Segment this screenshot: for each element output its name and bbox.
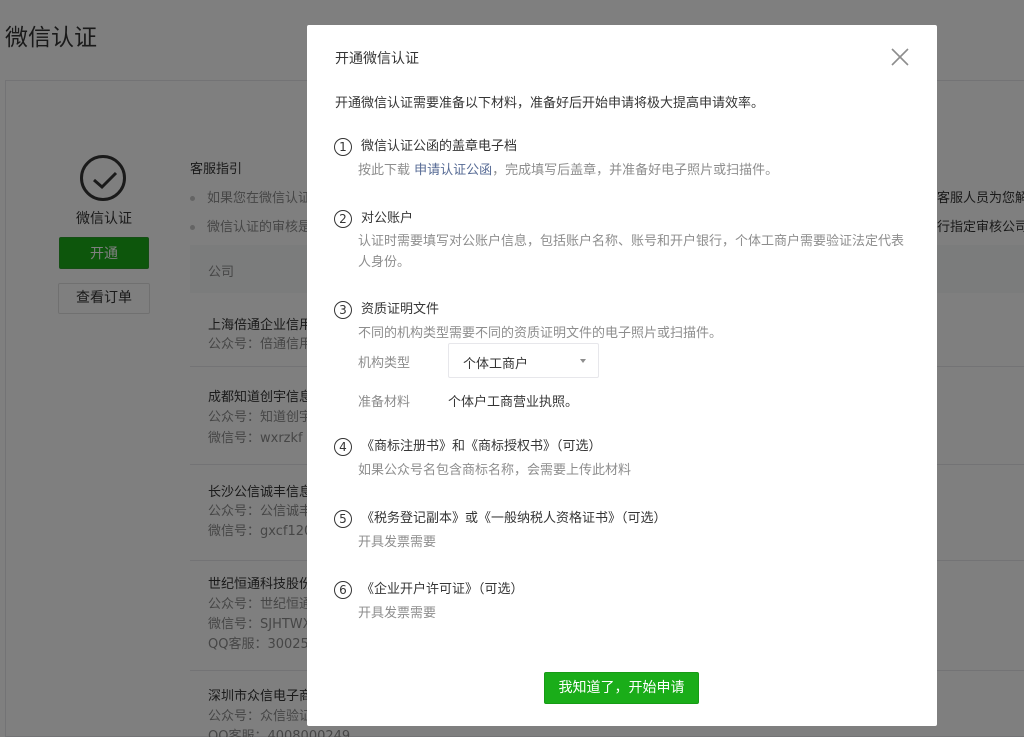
step-title: 资质证明文件 (361, 302, 440, 317)
start-apply-button[interactable]: 我知道了，开始申请 (544, 672, 699, 704)
caret-down-icon (580, 359, 586, 363)
step-title: 微信认证公函的盖章电子档 (361, 139, 518, 154)
close-icon[interactable] (891, 48, 909, 66)
step-number-icon: 5 (334, 510, 352, 528)
download-letter-link[interactable]: 申请认证公函 (414, 163, 492, 178)
step-desc: 开具发票需要 (358, 535, 437, 550)
org-type-select[interactable]: 个体工商户 (448, 343, 599, 378)
step-desc-text: ，完成填写后盖章，并准备好电子照片或扫描件。 (492, 163, 779, 178)
step-title: 《商标注册书》和《商标授权书》（可选） (361, 439, 602, 454)
step-title: 《税务登记副本》或《一般纳税人资格证书》（可选） (361, 511, 667, 526)
step-number-icon: 4 (334, 438, 352, 456)
step-desc: 开具发票需要 (358, 606, 437, 621)
step-desc-text: 按此下载 (358, 163, 415, 178)
step-desc: 不同的机构类型需要不同的资质证明文件的电子照片或扫描件。 (358, 326, 723, 341)
material-label: 准备材料 (358, 395, 411, 410)
step-title: 《企业开户许可证》（可选） (361, 582, 524, 597)
step-desc: 如果公众号名包含商标名称，会需要上传此材料 (358, 463, 632, 478)
step-desc: 按此下载 申请认证公函，完成填写后盖章，并准备好电子照片或扫描件。 (358, 160, 778, 181)
step-title: 对公账户 (361, 211, 414, 226)
material-value: 个体户工商营业执照。 (448, 395, 579, 410)
dialog-intro: 开通微信认证需要准备以下材料，准备好后开始申请将极大提高申请效率。 (335, 96, 765, 111)
step-number-icon: 1 (334, 138, 352, 156)
dialog-title: 开通微信认证 (335, 51, 419, 67)
org-type-label: 机构类型 (358, 356, 411, 371)
auth-dialog: 开通微信认证 开通微信认证需要准备以下材料，准备好后开始申请将极大提高申请效率。… (307, 25, 937, 726)
step-number-icon: 3 (334, 301, 352, 319)
step-number-icon: 2 (334, 210, 352, 228)
org-type-value: 个体工商户 (463, 357, 529, 372)
step-number-icon: 6 (334, 581, 352, 599)
step-desc: 认证时需要填写对公账户信息，包括账户名称、账号和开户银行，个体工商户需要验证法定… (358, 234, 905, 270)
